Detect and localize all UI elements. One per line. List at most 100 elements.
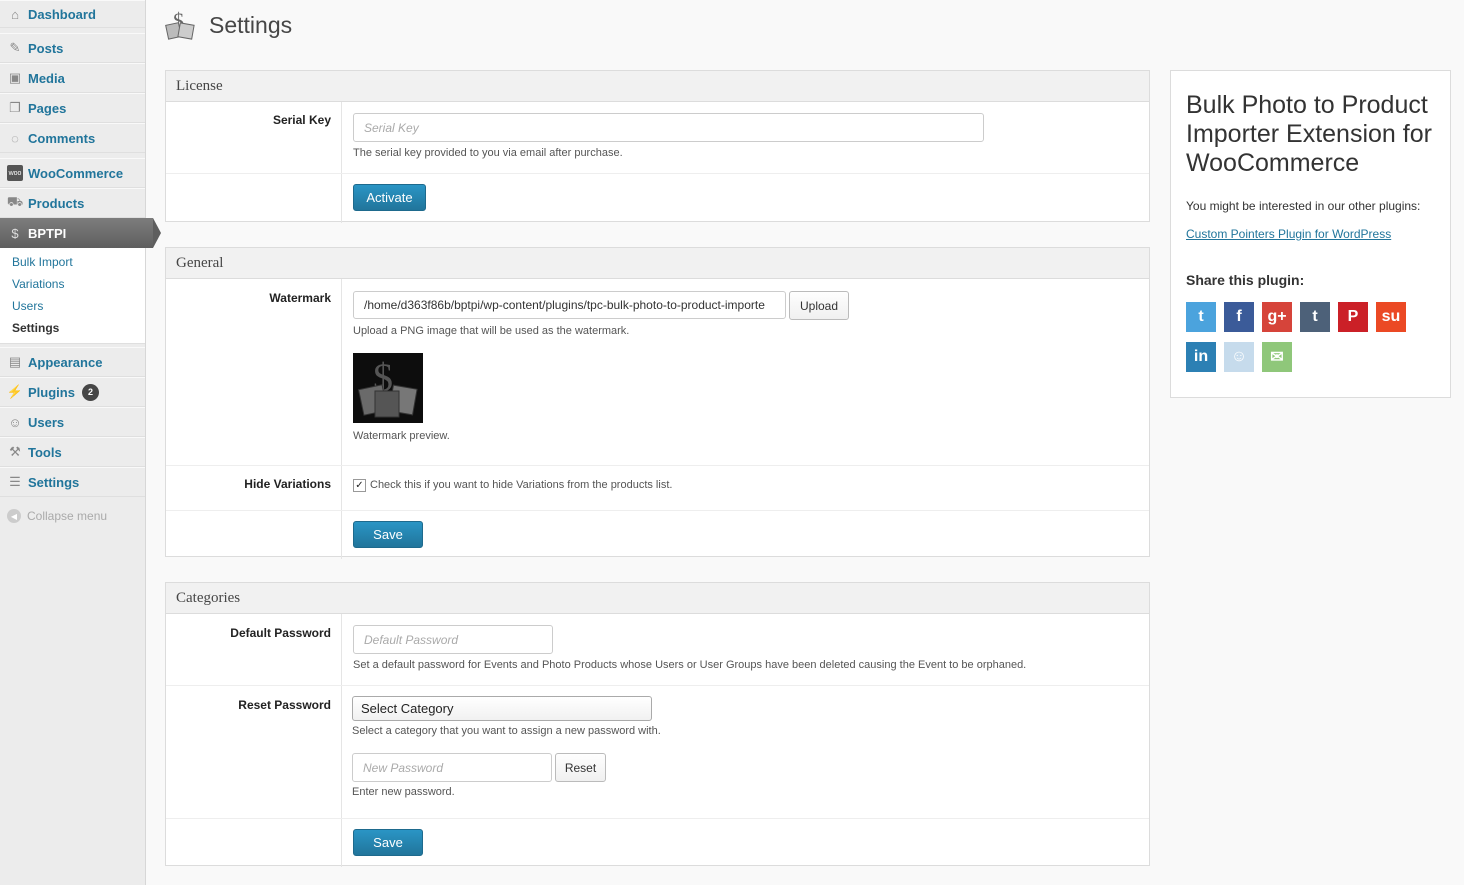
bptpi-icon: $ — [11, 225, 19, 241]
appearance-icon: ▤ — [8, 354, 22, 369]
activate-row: Activate — [166, 174, 1149, 223]
serial-key-description: The serial key provided to you via email… — [353, 147, 623, 159]
page-header: $ Settings — [165, 8, 292, 42]
bptpi-submenu: Bulk Import Variations Users Settings — [0, 248, 145, 344]
menu-label: Posts — [28, 40, 64, 56]
email-icon[interactable]: ✉ — [1262, 342, 1292, 372]
pin-icon: ✎ — [9, 40, 21, 55]
default-password-label: Default Password — [166, 614, 342, 685]
stumbleupon-icon[interactable]: su — [1376, 302, 1406, 332]
plugins-update-badge: 2 — [81, 383, 99, 401]
woocommerce-icon: woo — [7, 165, 23, 181]
menu-item-comments[interactable]: ◌ Comments — [0, 123, 145, 153]
general-save-button[interactable]: Save — [353, 521, 423, 548]
bptpi-settings-icon: $ — [165, 8, 195, 40]
upload-button[interactable]: Upload — [789, 291, 849, 320]
settings-icon: ☰ — [9, 474, 21, 489]
menu-item-posts[interactable]: ✎ Posts — [0, 33, 145, 63]
tools-icon: ⚒ — [9, 444, 21, 459]
menu-item-products[interactable]: ⛟ Products — [0, 188, 145, 218]
watermark-preview-caption: Watermark preview. — [353, 430, 450, 442]
activate-button[interactable]: Activate — [353, 184, 426, 211]
menu-label: BPTPI — [28, 225, 67, 241]
default-password-input[interactable]: Default Password — [353, 625, 553, 654]
hide-variations-label: Hide Variations — [166, 466, 342, 510]
hide-variations-row: Hide Variations ✓ Check this if you want… — [166, 466, 1149, 511]
serial-key-input[interactable]: Serial Key — [353, 113, 984, 142]
license-heading: License — [166, 71, 1149, 102]
menu-label: Media — [28, 70, 65, 86]
menu-label: WooCommerce — [28, 165, 124, 181]
plugin-promo-box: Bulk Photo to Product Importer Extension… — [1170, 70, 1451, 398]
admin-sidebar: ⌂ Dashboard ✎ Posts ▣ Media ❐ Pages ◌ Co… — [0, 0, 161, 885]
watermark-description: Upload a PNG image that will be used as … — [353, 325, 630, 337]
new-password-description: Enter new password. — [352, 786, 455, 798]
menu-item-media[interactable]: ▣ Media — [0, 63, 145, 93]
category-select[interactable]: Select Category — [352, 696, 652, 721]
menu-label: Products — [28, 195, 85, 211]
submenu-users[interactable]: Users — [0, 295, 145, 317]
page-title: Settings — [209, 11, 293, 38]
tumblr-icon[interactable]: t — [1300, 302, 1330, 332]
general-heading: General — [166, 248, 1149, 279]
reset-password-row: Reset Password Select Category Select a … — [166, 686, 1149, 819]
twitter-icon[interactable]: t — [1186, 302, 1216, 332]
general-panel: General Watermark /home/d363f86b/bptpi/w… — [165, 247, 1150, 559]
menu-item-plugins[interactable]: ⚡ Plugins 2 — [0, 377, 145, 407]
categories-save-row: Save — [166, 819, 1149, 867]
watermark-path-input[interactable]: /home/d363f86b/bptpi/wp-content/plugins/… — [353, 291, 786, 319]
cart-icon: ⛟ — [6, 194, 24, 209]
users-icon: ☺ — [8, 414, 22, 430]
collapse-arrow-icon: ◀ — [7, 509, 21, 523]
menu-item-users[interactable]: ☺ Users — [0, 407, 145, 437]
watermark-row: Watermark /home/d363f86b/bptpi/wp-conten… — [166, 279, 1149, 466]
share-title: Share this plugin: — [1186, 272, 1305, 288]
menu-item-bptpi[interactable]: $ BPTPI — [0, 218, 161, 248]
reddit-icon[interactable]: ☺ — [1224, 342, 1254, 372]
menu-label: Appearance — [28, 354, 103, 370]
menu-item-pages[interactable]: ❐ Pages — [0, 93, 145, 123]
menu-item-settings[interactable]: ☰ Settings — [0, 467, 145, 497]
license-panel: License Serial Key Serial Key The serial… — [165, 70, 1150, 223]
categories-panel: Categories Default Password Default Pass… — [165, 582, 1150, 867]
google-plus-icon[interactable]: g+ — [1262, 302, 1292, 332]
menu-label: Settings — [28, 474, 80, 490]
collapse-menu-button[interactable]: ◀ Collapse menu — [0, 509, 107, 523]
submenu-bulk-import[interactable]: Bulk Import — [0, 251, 145, 273]
menu-item-woocommerce[interactable]: woo WooCommerce — [0, 158, 145, 188]
default-password-description: Set a default password for Events and Ph… — [353, 659, 1027, 671]
custom-pointers-link[interactable]: Custom Pointers Plugin for WordPress — [1186, 227, 1391, 241]
submenu-variations[interactable]: Variations — [0, 273, 145, 295]
promo-title: Bulk Photo to Product Importer Extension… — [1186, 91, 1432, 177]
plugin-icon: ⚡ — [6, 384, 24, 399]
category-select-description: Select a category that you want to assig… — [352, 725, 661, 737]
menu-label: Dashboard — [28, 6, 96, 22]
serial-key-label: Serial Key — [166, 102, 342, 173]
hide-variations-description: Check this if you want to hide Variation… — [370, 479, 673, 491]
menu-item-tools[interactable]: ⚒ Tools — [0, 437, 145, 467]
new-password-input[interactable]: New Password — [352, 753, 552, 782]
dashboard-icon: ⌂ — [11, 6, 19, 22]
watermark-preview-image: $ — [353, 353, 423, 423]
categories-save-button[interactable]: Save — [353, 829, 423, 856]
menu-label: Tools — [28, 444, 62, 460]
reset-button[interactable]: Reset — [555, 753, 606, 782]
media-icon: ▣ — [8, 70, 22, 85]
menu-item-dashboard[interactable]: ⌂ Dashboard — [0, 0, 145, 28]
menu-label: Pages — [28, 100, 67, 116]
submenu-settings[interactable]: Settings — [0, 317, 145, 339]
reset-password-label: Reset Password — [166, 686, 342, 818]
linkedin-icon[interactable]: in — [1186, 342, 1216, 372]
collapse-menu-label: Collapse menu — [27, 509, 108, 523]
watermark-label: Watermark — [166, 279, 342, 465]
default-password-row: Default Password Default Password Set a … — [166, 614, 1149, 686]
pinterest-icon[interactable]: P — [1338, 302, 1368, 332]
hide-variations-checkbox[interactable]: ✓ — [353, 478, 366, 492]
facebook-icon[interactable]: f — [1224, 302, 1254, 332]
menu-label: Plugins — [28, 384, 75, 400]
comment-icon: ◌ — [11, 130, 19, 146]
menu-item-appearance[interactable]: ▤ Appearance — [0, 347, 145, 377]
menu-label: Comments — [28, 130, 96, 146]
menu-label: Users — [28, 414, 65, 430]
general-save-row: Save — [166, 511, 1149, 559]
